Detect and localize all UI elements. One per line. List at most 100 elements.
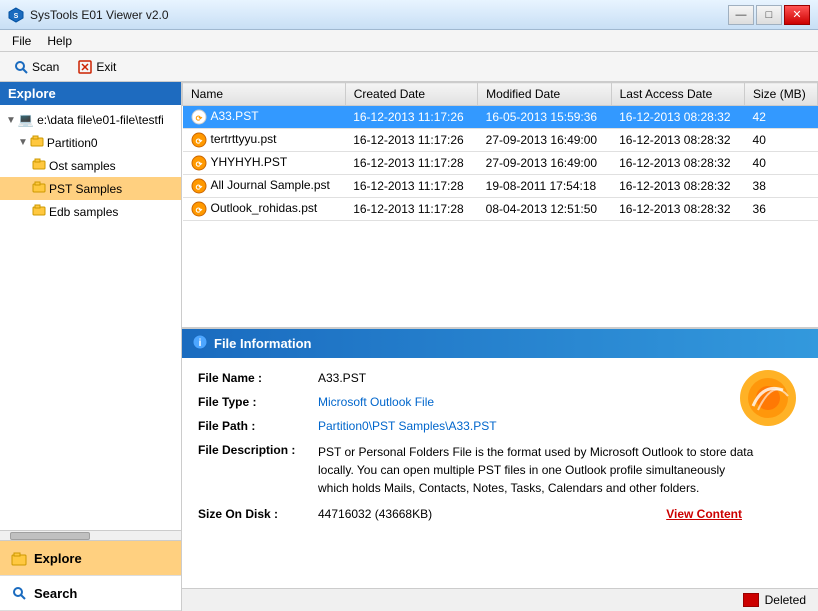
cell-accessed: 16-12-2013 08:28:32: [611, 106, 744, 129]
menu-help[interactable]: Help: [39, 32, 80, 50]
cell-size: 40: [745, 152, 818, 175]
value-description: PST or Personal Folders File is the form…: [318, 443, 758, 497]
svg-text:⟳: ⟳: [195, 206, 202, 215]
scan-button[interactable]: Scan: [6, 56, 66, 78]
info-row-filetype: File Type : Microsoft Outlook File: [198, 390, 802, 414]
tree-item-drive[interactable]: ▼ 💻 e:\data file\e01-file\testfi: [0, 109, 181, 131]
exit-label: Exit: [96, 60, 116, 74]
table-row[interactable]: ⟳Outlook_rohidas.pst 16-12-2013 11:17:28…: [183, 198, 818, 221]
value-size: 44716032 (43668KB): [318, 507, 666, 521]
menu-file[interactable]: File: [4, 32, 39, 50]
cell-size: 42: [745, 106, 818, 129]
view-content-link[interactable]: View Content: [666, 507, 802, 521]
cell-created: 16-12-2013 11:17:28: [345, 152, 477, 175]
cell-size: 38: [745, 175, 818, 198]
menubar: File Help: [0, 30, 818, 52]
file-list: Name Created Date Modified Date Last Acc…: [182, 82, 818, 328]
file-info-content: File Name : A33.PST File Type : Microsof…: [182, 358, 818, 534]
search-tab-label: Search: [34, 586, 77, 601]
tree-item-ost[interactable]: Ost samples: [0, 154, 181, 177]
titlebar: S SysTools E01 Viewer v2.0 — □ ✕: [0, 0, 818, 30]
file-info-panel: i File Information File: [182, 328, 818, 588]
legend-label: Deleted: [765, 593, 806, 607]
info-row-size: Size On Disk : 44716032 (43668KB) View C…: [198, 502, 802, 526]
cell-name: ⟳Outlook_rohidas.pst: [183, 198, 346, 221]
main-layout: Explore ▼ 💻 e:\data file\e01-file\testfi…: [0, 82, 818, 611]
svg-text:⟳: ⟳: [195, 137, 202, 146]
tree-edb-label: Edb samples: [49, 205, 118, 219]
cell-created: 16-12-2013 11:17:26: [345, 129, 477, 152]
svg-text:⟳: ⟳: [195, 183, 202, 192]
toolbar: Scan Exit: [0, 52, 818, 82]
outlook-logo: [738, 368, 798, 428]
col-modified[interactable]: Modified Date: [478, 83, 611, 106]
partition-icon: [30, 134, 44, 151]
edb-folder-icon: [32, 203, 46, 220]
cell-accessed: 16-12-2013 08:28:32: [611, 129, 744, 152]
col-accessed[interactable]: Last Access Date: [611, 83, 744, 106]
tree-item-edb[interactable]: Edb samples: [0, 200, 181, 223]
tree-item-partition[interactable]: ▼ Partition0: [0, 131, 181, 154]
svg-text:⟳: ⟳: [195, 160, 202, 169]
info-row-filename: File Name : A33.PST: [198, 366, 802, 390]
explore-tab-label: Explore: [34, 551, 82, 566]
sidebar-tree: ▼ 💻 e:\data file\e01-file\testfi ▼ Parti…: [0, 105, 181, 530]
label-filepath: File Path :: [198, 419, 318, 433]
explore-tab[interactable]: Explore: [0, 541, 181, 576]
exit-icon: [77, 59, 93, 75]
table-header-row: Name Created Date Modified Date Last Acc…: [183, 83, 818, 106]
content-area: Name Created Date Modified Date Last Acc…: [182, 82, 818, 611]
value-filetype: Microsoft Outlook File: [318, 395, 802, 409]
cell-size: 40: [745, 129, 818, 152]
sidebar-scrollbar[interactable]: [0, 530, 181, 540]
exit-button[interactable]: Exit: [70, 56, 123, 78]
deleted-indicator: [743, 593, 759, 607]
tree-item-pst[interactable]: PST Samples: [0, 177, 181, 200]
label-filetype: File Type :: [198, 395, 318, 409]
table-row[interactable]: ⟳tertrttyyu.pst 16-12-2013 11:17:26 27-0…: [183, 129, 818, 152]
cell-accessed: 16-12-2013 08:28:32: [611, 152, 744, 175]
titlebar-title: SysTools E01 Viewer v2.0: [30, 8, 728, 22]
value-filename: A33.PST: [318, 371, 802, 385]
cell-name: ⟳A33.PST: [183, 106, 346, 129]
maximize-button[interactable]: □: [756, 5, 782, 25]
file-table: Name Created Date Modified Date Last Acc…: [182, 82, 818, 221]
legend: Deleted: [182, 588, 818, 611]
scan-label: Scan: [32, 60, 59, 74]
minimize-button[interactable]: —: [728, 5, 754, 25]
table-row[interactable]: ⟳A33.PST 16-12-2013 11:17:26 16-05-2013 …: [183, 106, 818, 129]
cell-name: ⟳YHYHYH.PST: [183, 152, 346, 175]
info-row-description: File Description : PST or Personal Folde…: [198, 438, 802, 502]
cell-modified: 19-08-2011 17:54:18: [478, 175, 611, 198]
col-created[interactable]: Created Date: [345, 83, 477, 106]
tree-ost-label: Ost samples: [49, 159, 116, 173]
scrollbar-thumb[interactable]: [10, 532, 90, 540]
label-description: File Description :: [198, 443, 318, 457]
file-info-icon: i: [192, 334, 208, 353]
cell-created: 16-12-2013 11:17:28: [345, 198, 477, 221]
ost-folder-icon: [32, 157, 46, 174]
cell-name: ⟳All Journal Sample.pst: [183, 175, 346, 198]
cell-name: ⟳tertrttyyu.pst: [183, 129, 346, 152]
svg-text:⟳: ⟳: [195, 114, 202, 123]
table-row[interactable]: ⟳YHYHYH.PST 16-12-2013 11:17:28 27-09-20…: [183, 152, 818, 175]
label-filename: File Name :: [198, 371, 318, 385]
table-row[interactable]: ⟳All Journal Sample.pst 16-12-2013 11:17…: [183, 175, 818, 198]
app-icon: S: [8, 7, 24, 23]
search-tab-icon: [10, 584, 28, 602]
cell-modified: 16-05-2013 15:59:36: [478, 106, 611, 129]
drive-icon: 💻: [18, 112, 34, 128]
tree-drive-label: e:\data file\e01-file\testfi: [37, 113, 164, 127]
pst-folder-icon: [32, 180, 46, 197]
value-filepath: Partition0\PST Samples\A33.PST: [318, 419, 802, 433]
close-button[interactable]: ✕: [784, 5, 810, 25]
search-tab[interactable]: Search: [0, 576, 181, 611]
cell-modified: 27-09-2013 16:49:00: [478, 129, 611, 152]
scan-icon: [13, 59, 29, 75]
label-size: Size On Disk :: [198, 507, 318, 521]
col-name[interactable]: Name: [183, 83, 346, 106]
col-size[interactable]: Size (MB): [745, 83, 818, 106]
cell-modified: 08-04-2013 12:51:50: [478, 198, 611, 221]
cell-created: 16-12-2013 11:17:26: [345, 106, 477, 129]
info-row-filepath: File Path : Partition0\PST Samples\A33.P…: [198, 414, 802, 438]
